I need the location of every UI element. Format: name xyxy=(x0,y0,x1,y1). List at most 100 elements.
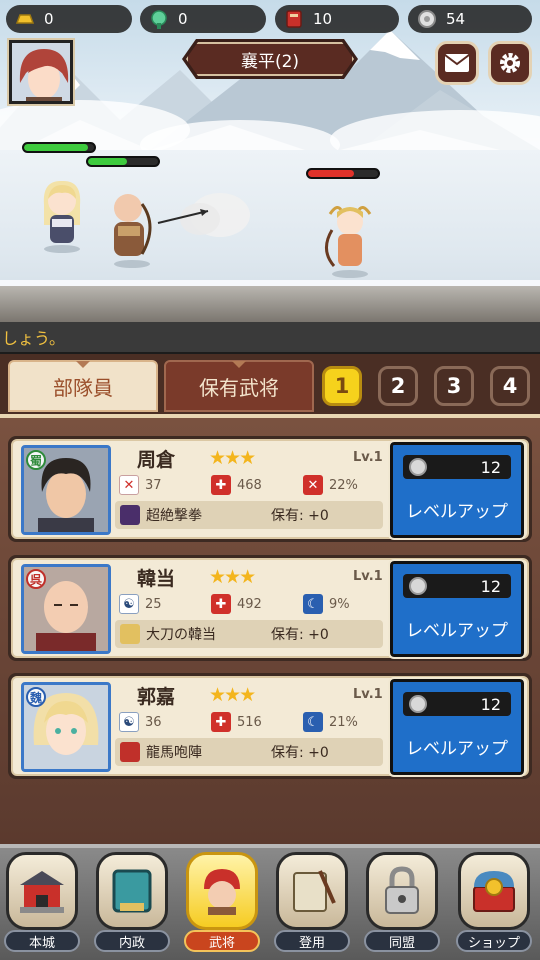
page-number: 4 xyxy=(502,374,518,398)
lock-icon xyxy=(366,852,438,930)
level-up-label: レベルアップ xyxy=(406,502,508,522)
skill-bar: 大刀の韓当 保有: +0 xyxy=(115,620,383,648)
recruit-scroll-icon xyxy=(276,852,348,930)
hero-level: Lv.1 xyxy=(353,450,383,465)
nav-item-recruit[interactable]: 登用 xyxy=(274,852,350,952)
nav-label: ショップ xyxy=(456,930,532,952)
hero-portrait[interactable]: 魏 xyxy=(21,682,111,772)
nav-item-alliance[interactable]: 同盟 xyxy=(364,852,440,952)
hero-stars: ★★★ xyxy=(209,684,256,706)
nav-label: 内政 xyxy=(94,930,170,952)
yin-yang-icon: ☯ xyxy=(119,712,139,732)
stat-attack: ✕ 37 xyxy=(119,475,162,495)
crit-icon: ✕ xyxy=(303,475,323,495)
news-ticker: しょう。 xyxy=(0,322,540,354)
stat-crit: ☾ 21% xyxy=(303,712,358,732)
general-helmet-icon xyxy=(186,852,258,930)
nav-item-shop[interactable]: ショップ xyxy=(456,852,532,952)
hero-name: 周倉 xyxy=(137,449,176,471)
stat-value: 25 xyxy=(145,596,162,612)
stat-value: 468 xyxy=(237,477,262,493)
ally-hp-bar-2 xyxy=(86,156,160,167)
cost-value: 12 xyxy=(480,694,501,714)
stat-value: 37 xyxy=(145,477,162,493)
silver-coin-icon xyxy=(409,458,427,476)
page-button-2[interactable]: 2 xyxy=(378,366,418,406)
page-number: 1 xyxy=(334,374,350,398)
enemy-unit-archer xyxy=(325,206,372,278)
silver-coin-icon xyxy=(409,577,427,595)
gem-value: 0 xyxy=(178,10,188,28)
page-button-4[interactable]: 4 xyxy=(490,366,530,406)
crescent-icon: ☾ xyxy=(303,712,323,732)
tab-squad-members[interactable]: 部隊員 xyxy=(8,360,158,412)
stat-crit: ☾ 9% xyxy=(303,594,350,614)
stat-hp: ✚ 492 xyxy=(211,594,262,614)
nav-item-castle[interactable]: 本城 xyxy=(4,852,80,952)
stat-hp: ✚ 516 xyxy=(211,712,262,732)
silver-coin-icon xyxy=(409,695,427,713)
ally-unit-guojia xyxy=(43,180,81,253)
skill-icon xyxy=(120,505,140,525)
yin-yang-icon: ☯ xyxy=(119,594,139,614)
gold-resource: 0 xyxy=(6,5,132,33)
nav-item-generals[interactable]: 武将 xyxy=(184,852,260,952)
hero-card[interactable]: 魏 郭嘉 ★★★ Lv.1 ☯ 36 ✚ 516 ☾ 21% 龍馬咆陣 保有: … xyxy=(8,673,532,779)
nav-label: 本城 xyxy=(4,930,80,952)
owned-count: 保有: +0 xyxy=(271,745,329,761)
stage-title: 襄平(2) xyxy=(186,42,354,76)
silver-resource: 54 xyxy=(408,5,532,33)
hero-stars: ★★★ xyxy=(209,566,256,588)
gear-icon xyxy=(500,53,520,73)
page-number: 2 xyxy=(390,374,406,398)
level-up-button[interactable]: 12 レベルアップ xyxy=(388,559,526,659)
nav-item-domestic[interactable]: 内政 xyxy=(94,852,170,952)
gold-ingot-icon xyxy=(15,14,35,24)
nav-label: 同盟 xyxy=(364,930,440,952)
faction-badge: 魏 xyxy=(26,687,46,707)
stat-value: 36 xyxy=(145,714,162,730)
tab-owned-generals[interactable]: 保有武将 xyxy=(164,360,314,412)
stat-crit: ✕ 22% xyxy=(303,475,358,495)
stat-value: 21% xyxy=(329,714,358,730)
skill-name: 龍馬咆陣 xyxy=(146,745,202,761)
stat-value: 9% xyxy=(329,596,350,612)
sword-icon: ✕ xyxy=(119,475,139,495)
gold-value: 0 xyxy=(44,10,54,28)
hero-card[interactable]: 呉 韓当 ★★★ Lv.1 ☯ 25 ✚ 492 ☾ 9% 大刀の韓当 保有: … xyxy=(8,555,532,661)
hero-portrait[interactable]: 蜀 xyxy=(21,445,111,535)
mail-icon xyxy=(444,54,470,72)
green-gem-icon xyxy=(151,10,167,29)
hero-level: Lv.1 xyxy=(353,687,383,702)
book-icon xyxy=(96,852,168,930)
page-button-1[interactable]: 1 xyxy=(322,366,362,406)
hp-cross-icon: ✚ xyxy=(211,712,231,732)
hero-portrait[interactable]: 呉 xyxy=(21,564,111,654)
level-up-label: レベルアップ xyxy=(406,739,508,759)
arrow-dust-effect xyxy=(157,193,250,237)
gem-resource: 0 xyxy=(140,5,266,33)
player-avatar[interactable] xyxy=(7,38,75,106)
mail-button[interactable] xyxy=(435,41,479,85)
scroll-value: 10 xyxy=(313,10,333,28)
stat-value: 22% xyxy=(329,477,358,493)
level-up-button[interactable]: 12 レベルアップ xyxy=(388,677,526,777)
settings-button[interactable] xyxy=(488,41,532,85)
silver-value: 54 xyxy=(446,10,466,28)
hero-name: 郭嘉 xyxy=(137,686,176,708)
skill-name: 超絶撃拳 xyxy=(146,508,202,524)
hero-card[interactable]: 蜀 周倉 ★★★ Lv.1 ✕ 37 ✚ 468 ✕ 22% 超絶撃拳 保有: … xyxy=(8,436,532,542)
page-button-3[interactable]: 3 xyxy=(434,366,474,406)
ally-hp-bar-1 xyxy=(22,142,96,153)
skill-bar: 超絶撃拳 保有: +0 xyxy=(115,501,383,529)
stat-hp: ✚ 468 xyxy=(211,475,262,495)
level-up-button[interactable]: 12 レベルアップ xyxy=(388,440,526,540)
owned-count: 保有: +0 xyxy=(271,627,329,643)
skill-name: 大刀の韓当 xyxy=(146,627,216,643)
crescent-icon: ☾ xyxy=(303,594,323,614)
castle-icon xyxy=(6,852,78,930)
silver-coin-icon xyxy=(418,10,436,28)
nav-label: 武将 xyxy=(184,930,260,952)
faction-badge: 呉 xyxy=(26,569,46,589)
treasure-chest-icon xyxy=(458,852,530,930)
